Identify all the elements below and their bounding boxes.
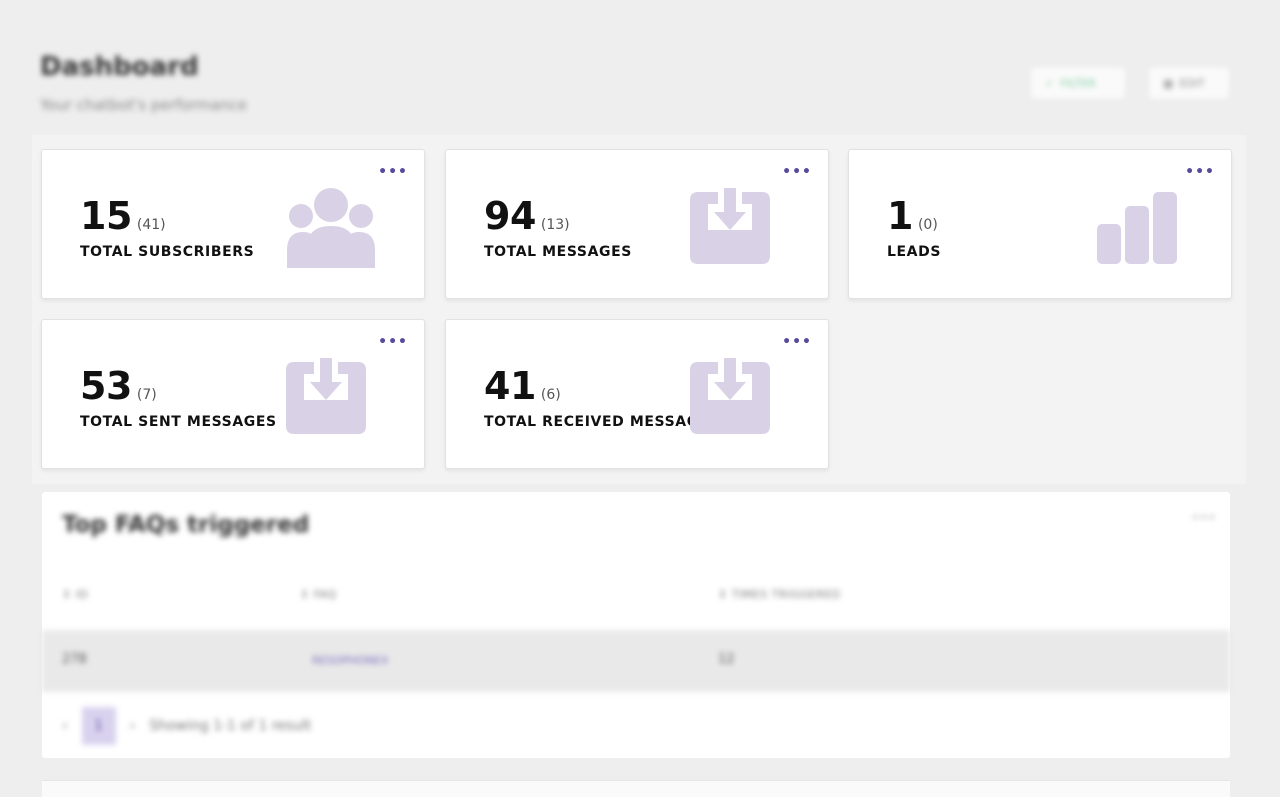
stat-delta: (0) <box>917 217 938 233</box>
card-menu-button[interactable]: ••• <box>378 335 408 349</box>
filter-button[interactable]: ✓ FILTER <box>1030 66 1126 100</box>
stat-label: LEADS <box>887 244 942 260</box>
stat-value: 53 <box>80 364 132 408</box>
stat-label: TOTAL MESSAGES <box>484 244 632 260</box>
card-menu-button[interactable]: ••• <box>1185 165 1215 179</box>
stat-delta: (7) <box>136 387 157 403</box>
stat-label: TOTAL SENT MESSAGES <box>80 414 277 430</box>
table-row: 278 RESOPHONEX 12 <box>42 630 1230 692</box>
stat-delta: (13) <box>540 217 570 233</box>
page-header: Dashboard Your chatbot's performance ✓ F… <box>40 52 1240 122</box>
page-1-button[interactable]: 1 <box>81 707 116 745</box>
next-section-card <box>42 780 1230 797</box>
bar-chart-icon <box>1097 192 1177 264</box>
top-faqs-title: Top FAQs triggered <box>62 512 310 538</box>
stat-value: 94 <box>484 194 536 238</box>
column-header-times-triggered[interactable]: ↕ TIMES TRIGGERED <box>718 588 841 601</box>
cell-id: 278 <box>62 652 87 667</box>
check-icon: ✓ <box>1045 76 1055 90</box>
stat-label: TOTAL SUBSCRIBERS <box>80 244 255 260</box>
inbox-download-icon <box>286 358 366 434</box>
stat-card-total-subscribers: ••• 15 (41) TOTAL SUBSCRIBERS <box>41 149 425 299</box>
stat-value: 41 <box>484 364 536 408</box>
top-faqs-card: Top FAQs triggered ••• ↕ ID ↕ FAQ ↕ TIME… <box>42 492 1230 758</box>
inbox-download-icon <box>690 358 770 434</box>
cell-times: 12 <box>718 652 735 667</box>
stat-delta: (41) <box>136 217 166 233</box>
stat-card-total-sent-messages: ••• 53 (7) TOTAL SENT MESSAGES <box>41 319 425 469</box>
edit-button[interactable]: ▦ EDIT <box>1148 66 1230 100</box>
prev-page-button[interactable]: ‹ <box>62 718 68 734</box>
card-menu-button[interactable]: ••• <box>782 335 812 349</box>
card-menu-button[interactable]: ••• <box>378 165 408 179</box>
stat-value: 15 <box>80 194 132 238</box>
stat-value: 1 <box>887 194 913 238</box>
stat-card-total-received-messages: ••• 41 (6) TOTAL RECEIVED MESSAGES <box>445 319 829 469</box>
stat-card-leads: ••• 1 (0) LEADS <box>848 149 1232 299</box>
stat-delta: (6) <box>540 387 561 403</box>
stat-label: TOTAL RECEIVED MESSAGES <box>484 414 720 430</box>
faq-menu-button[interactable]: ••• <box>1191 510 1216 526</box>
column-header-faq[interactable]: ↕ FAQ <box>300 588 337 601</box>
inbox-download-icon <box>690 188 770 264</box>
stat-card-total-messages: ••• 94 (13) TOTAL MESSAGES <box>445 149 829 299</box>
pagination: ‹ 1 › Showing 1-1 of 1 result <box>62 706 311 746</box>
edit-icon: ▦ <box>1163 76 1174 90</box>
column-header-id[interactable]: ↕ ID <box>62 588 88 601</box>
card-menu-button[interactable]: ••• <box>782 165 812 179</box>
users-icon <box>287 188 375 268</box>
pagination-summary: Showing 1-1 of 1 result <box>149 718 312 734</box>
cell-faq-link[interactable]: RESOPHONEX <box>312 654 389 667</box>
next-page-button[interactable]: › <box>130 718 136 734</box>
